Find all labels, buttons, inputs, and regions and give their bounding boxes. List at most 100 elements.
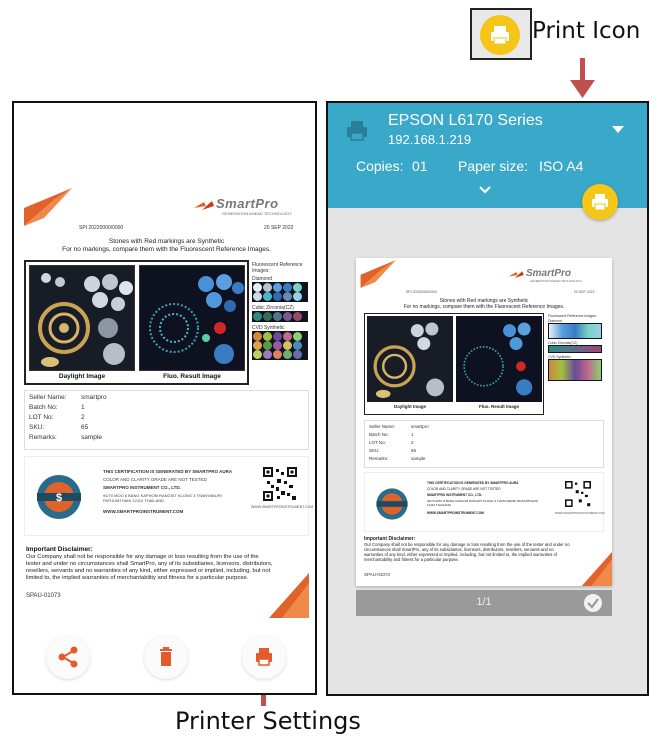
info-row-batch: Batch No: 1 [29, 404, 85, 411]
preview-daylight-image [367, 316, 453, 402]
preview-fluorescence-caption: Fluo. Result Image [478, 404, 519, 409]
printer-icon [491, 26, 509, 45]
printer-icon [256, 648, 272, 666]
preview-note-line-2: For no markings, compare them with the F… [403, 304, 565, 310]
info-row-seller: Seller Name: smartpro [29, 394, 107, 401]
ref-diamond-swatches [252, 282, 308, 302]
info-row-remarks: Remarks: sample [29, 434, 102, 441]
preview-serial-number: SPAU-01073 [364, 572, 390, 577]
daylight-caption: Daylight Image [58, 373, 106, 380]
preview-info-row-remarks: Remarks: sample [369, 456, 426, 461]
preview-brand-name: SmartPro [526, 268, 572, 279]
preview-qr-code [565, 481, 591, 507]
check-icon [587, 598, 599, 609]
preview-info-table: Seller Name: smartpro Batch No: 1 LOT No: 2… [364, 420, 604, 468]
report-document: SmartPro GENERATION AHEAD TECHNOLOGY SPI… [24, 188, 313, 618]
info-row-sku: SKU: 65 [29, 424, 89, 431]
paper-size-value[interactable]: ISO A4 [539, 158, 583, 174]
preview-orange-corner-bottom [581, 552, 612, 586]
printer-settings-label: Printer Settings [175, 707, 361, 735]
page-selected-checkbox[interactable] [584, 594, 602, 612]
preview-daylight-caption: Daylight Image [393, 404, 426, 409]
disclaimer-text: Our Company shall not be responsible for… [26, 554, 273, 581]
brand-name: SmartPro [216, 196, 279, 211]
preview-cert-line-3: SMARTPRO INSTRUMENT CO., LTD. [427, 493, 483, 497]
reference-title: Fluorescent Reference Images: [252, 262, 303, 274]
preview-image-panel: Daylight Image Fluo. Result Image [364, 313, 544, 415]
ref-cvd-swatches [252, 331, 308, 360]
preview-brand-logo: SmartPro GENERATION AHEAD TECHNOLOGY [508, 268, 604, 286]
preview-disclaimer-text: Our Company shall not be responsible for… [364, 542, 570, 562]
qr-caption: WWW.SMARTPROINSTRUMENT.COM [251, 505, 314, 509]
brand-logo: SmartPro GENERATION AHEAD TECHNOLOGY [194, 196, 306, 220]
share-button[interactable] [46, 635, 90, 679]
copies-value[interactable]: 01 [412, 158, 428, 174]
printer-name[interactable]: EPSON L6170 Series [388, 112, 543, 130]
fluorescence-image [139, 265, 245, 371]
print-icon-callout [470, 8, 532, 60]
svg-text:$: $ [56, 492, 62, 504]
chevron-down-icon[interactable] [611, 125, 625, 135]
preview-ref-cz-swatches [548, 344, 602, 353]
info-table: Seller Name: smartpro Batch No: 1 LOT No: 2… [24, 390, 309, 450]
left-phone-screen: SmartPro GENERATION AHEAD TECHNOLOGY SPI… [12, 101, 317, 695]
page-indicator-bar: 1/1 [356, 590, 612, 616]
preview-info-row-lot: LOT No: 2 [369, 440, 414, 445]
share-icon [58, 646, 78, 668]
printer-icon [347, 121, 367, 141]
report-date: 20 SEP 2022 [264, 225, 294, 231]
preview-report-date: 20 SEP 2022 [574, 290, 595, 294]
preview-page: SmartPro GENERATION AHEAD TECHNOLOGY SPI… [356, 258, 612, 586]
page-indicator: 1/1 [476, 596, 492, 608]
reference-column: Fluorescent Reference Images: Diamond Cu… [252, 262, 308, 360]
print-icon-callout-button [480, 15, 520, 55]
certification-seal: $ [37, 475, 81, 519]
orange-corner-graphic-bottom [269, 573, 309, 618]
right-phone-screen: EPSON L6170 Series 192.168.1.219 Copies:… [326, 101, 649, 696]
certification-block: $ THIS CERTIFICATION IS GENERATED BY SMA… [24, 456, 313, 536]
brand-tagline: GENERATION AHEAD TECHNOLOGY [222, 211, 292, 216]
info-row-lot: LOT No: 2 [29, 414, 85, 421]
serial-number: SPAU-01073 [26, 593, 61, 599]
preview-fluorescence-image [456, 316, 542, 402]
note-line-1: Stones with Red markings are Synthetic [108, 238, 225, 245]
note-line-2: For no markings, compare them with the F… [62, 246, 271, 253]
preview-report-id: SPI 20220000/0000 [406, 290, 437, 294]
preview-ref-cvd-swatches [548, 358, 602, 381]
preview-cert-website: WWW.SMARTPROINSTRUMENT.COM [427, 511, 484, 515]
preview-qr-caption: WWW.SMARTPROINSTRUMENT.COM [555, 511, 605, 515]
cert-website: WWW.SMARTPROINSTRUMENT.COM [103, 509, 184, 514]
print-preview-area: SmartPro GENERATION AHEAD TECHNOLOGY SPI… [328, 184, 647, 694]
preview-ref-diamond-swatches [548, 322, 602, 339]
preview-info-row-sku: SKU: 65 [369, 448, 417, 453]
preview-certification-seal [376, 488, 408, 520]
orange-corner-graphic [360, 260, 396, 288]
preview-cert-line-1: THIS CERTIFICATION IS GENERATED BY SMART… [427, 481, 519, 485]
preview-brand-tagline: GENERATION AHEAD TECHNOLOGY [530, 279, 583, 283]
action-bar [14, 623, 315, 693]
preview-info-row-batch: Batch No: 1 [369, 432, 414, 437]
preview-info-row-seller: Seller Name: smartpro [369, 424, 429, 429]
cert-line-3: SMARTPRO INSTRUMENT CO., LTD. [103, 485, 181, 490]
delete-button[interactable] [144, 635, 188, 679]
preview-cert-line-4: 94/70 MOO 8 BANG KAPHOM RANGSIT KLONG 3 … [427, 499, 539, 507]
expand-settings-icon[interactable] [478, 185, 492, 195]
copies-label: Copies: [356, 158, 404, 174]
cert-line-4: 94/70 MOO 8 BANG KAPHOM RANGSIT KLONG 3 … [103, 493, 222, 503]
orange-corner-graphic [24, 188, 72, 226]
preview-reference-column: Fluorescent Reference Images: Diamond Cu… [548, 314, 604, 381]
print-icon-label: Print Icon [532, 18, 641, 44]
paper-size-label: Paper size: [458, 158, 529, 174]
daylight-image [29, 265, 135, 371]
printer-ip: 192.168.1.219 [388, 132, 472, 147]
ref-cz-swatches [252, 311, 308, 322]
preview-cert-line-2: COLOR AND CLARITY GRADE ARE NOT TESTED [427, 487, 501, 491]
print-fab-button[interactable] [582, 184, 618, 220]
image-panel: Daylight Image Fluo. Result Image [24, 260, 249, 385]
printer-icon [592, 194, 608, 211]
disclaimer-title: Important Disclaimer: [26, 546, 93, 553]
print-button[interactable] [242, 635, 286, 679]
preview-certification-block: THIS CERTIFICATION IS GENERATED BY SMART… [364, 472, 605, 532]
print-icon-arrow-head [570, 80, 595, 98]
qr-code [263, 467, 297, 501]
